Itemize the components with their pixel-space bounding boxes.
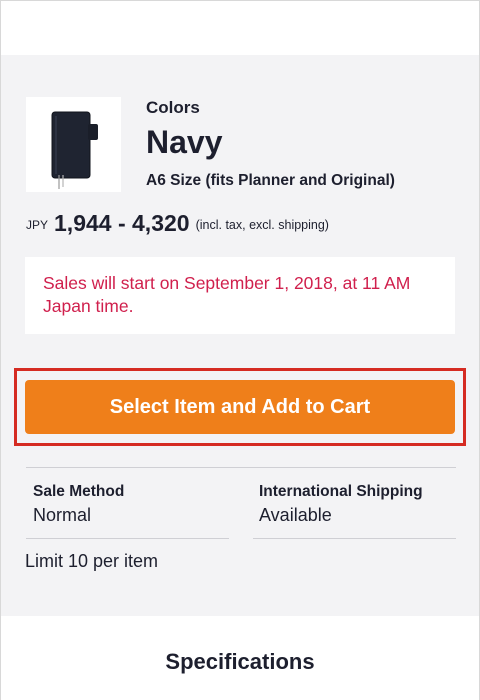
international-shipping-label: International Shipping xyxy=(259,483,423,500)
divider-right xyxy=(253,538,456,539)
divider-top xyxy=(26,467,456,468)
color-name: Navy xyxy=(146,124,223,160)
product-thumbnail[interactable] xyxy=(26,97,121,192)
sale-start-notice: Sales will start on September 1, 2018, a… xyxy=(25,257,455,334)
purchase-limit: Limit 10 per item xyxy=(25,551,159,571)
currency-label: JPY xyxy=(26,218,49,232)
international-shipping-value: Available xyxy=(259,505,332,525)
price-note: (incl. tax, excl. shipping) xyxy=(195,218,329,232)
price-row: JPY 1,944 - 4,320 (incl. tax, excl. shippi… xyxy=(26,210,329,237)
add-to-cart-button[interactable]: Select Item and Add to Cart xyxy=(25,380,455,434)
colors-label: Colors xyxy=(146,98,200,117)
specifications-heading: Specifications xyxy=(165,649,315,674)
divider-left xyxy=(26,538,229,539)
sale-method-label: Sale Method xyxy=(33,483,125,500)
price-range: 1,944 - 4,320 xyxy=(54,210,190,236)
size-note: A6 Size (fits Planner and Original) xyxy=(146,172,395,189)
sale-method-value: Normal xyxy=(33,505,92,525)
top-strip xyxy=(1,1,479,55)
notebook-cover-icon xyxy=(51,111,98,189)
